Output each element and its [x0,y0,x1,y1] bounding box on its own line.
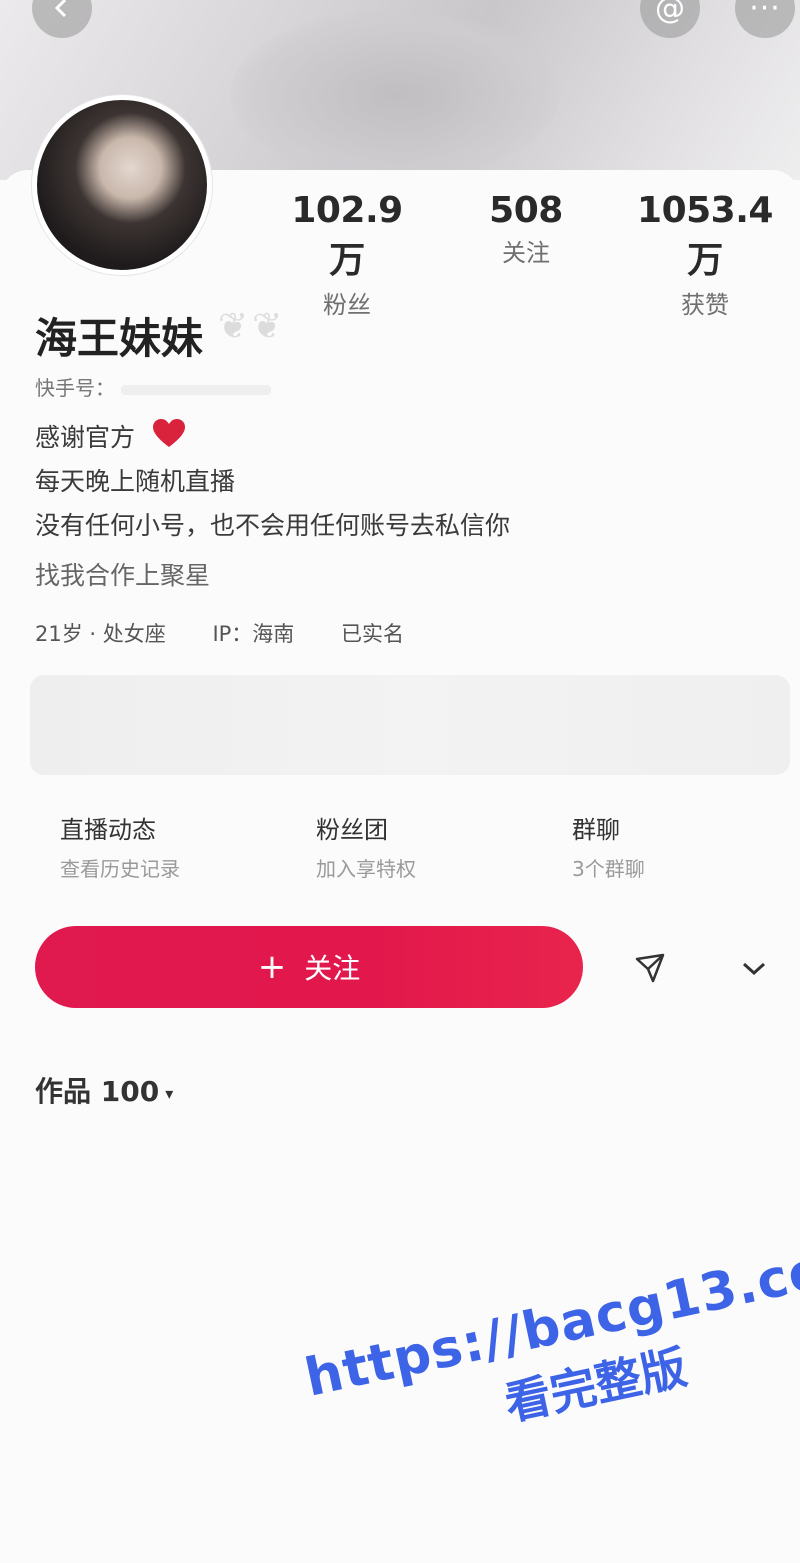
bio-line-3: 没有任何小号，也不会用任何账号去私信你 [35,511,511,540]
avatar[interactable] [32,95,212,275]
blurred-banner[interactable] [30,675,790,775]
feature-subtitle: 加入享特权 [316,857,416,881]
follow-label: 关注 [304,952,361,985]
more-dots-icon: ··· [749,0,781,26]
back-arrow-icon [54,0,67,18]
bio-line-2: 每天晚上随机直播 [35,467,236,496]
feature-title: 粉丝团 [316,816,388,844]
bio-line-4: 找我合作上聚星 [35,561,211,590]
feature-group-chat[interactable]: 群聊 3个群聊 [572,810,645,882]
feature-title: 群聊 [572,816,620,844]
kuaishou-id-value-redacted [121,384,272,395]
tag-age: 21岁 · 处女座 [35,622,166,646]
stat-label: 关注 [502,239,550,267]
profile-name: 海王妹妹 [35,314,204,363]
wings-badge-icon: ❦❦ [218,306,287,347]
chevron-down-icon [742,962,766,976]
share-button[interactable] [622,940,678,996]
tag-ip: IP：海南 [212,622,295,646]
stat-label: 粉丝 [323,291,371,319]
stat-following[interactable]: 508 关注 [470,190,582,268]
feature-fan-club[interactable]: 粉丝团 加入享特权 [316,810,416,882]
at-icon: @ [655,0,685,26]
stat-value: 1053.4万 [637,190,773,281]
works-label: 作品 100 [35,1075,160,1108]
stat-value: 508 [489,190,563,231]
stat-followers[interactable]: 102.9万 粉丝 [276,190,418,320]
feature-subtitle: 3个群聊 [572,857,645,881]
bio-line-1: 感谢官方 [35,423,136,452]
stat-value: 102.9万 [291,190,403,281]
feature-subtitle: 查看历史记录 [60,857,180,881]
stat-label: 获赞 [681,291,729,319]
caret-down-icon: ▾ [165,1083,174,1103]
works-tab[interactable]: 作品 100 ▾ [35,1070,173,1110]
plus-icon: + [257,947,287,987]
feature-live-feed[interactable]: 直播动态 查看历史记录 [60,810,180,882]
stat-likes[interactable]: 1053.4万 获赞 [620,190,790,320]
profile-tags: 21岁 · 处女座 IP：海南 已实名 [35,618,444,648]
expand-button[interactable] [726,940,782,996]
tag-verified: 已实名 [340,622,404,646]
kuaishou-id-label: 快手号： [35,376,115,400]
kuaishou-id[interactable]: 快手号： [35,372,272,401]
feature-title: 直播动态 [60,816,156,844]
send-icon [635,953,665,983]
heart-icon [153,419,185,447]
follow-button[interactable]: + 关注 [35,926,583,1008]
banner-image [230,10,560,180]
